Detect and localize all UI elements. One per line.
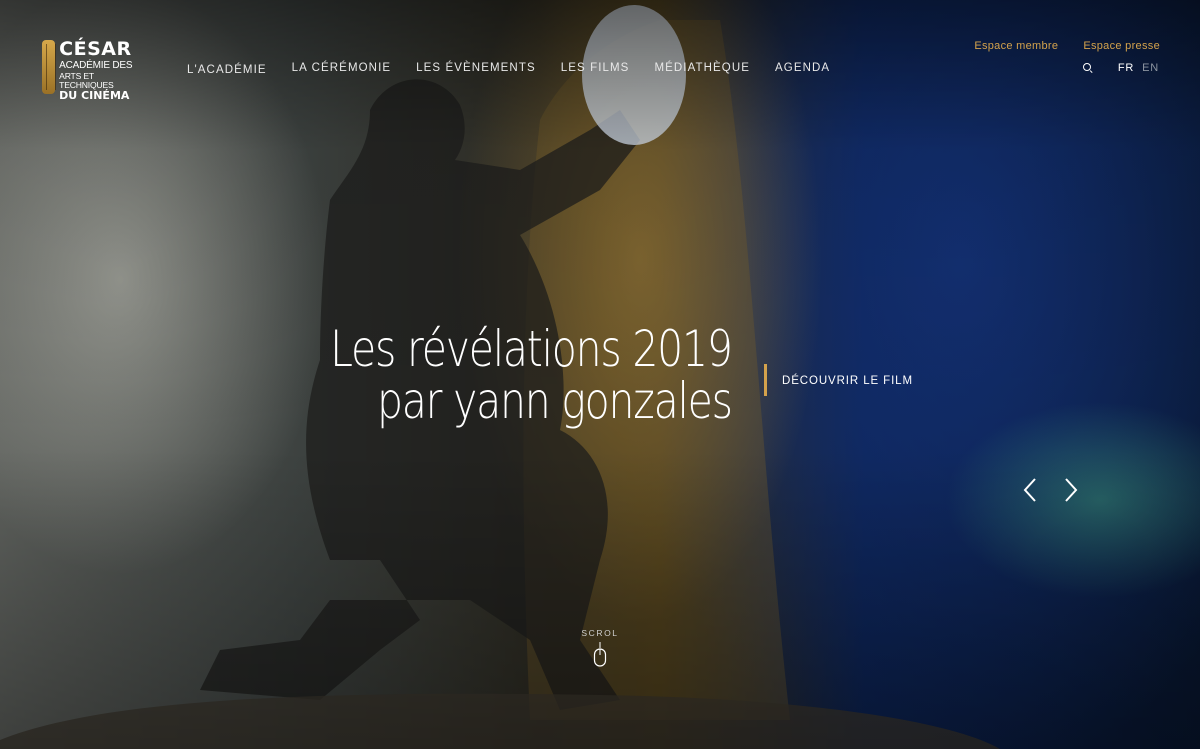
nav-item-mediatheque[interactable]: MÉDIATHÈQUE [654,62,750,74]
main-nav: L'ACADÉMIE LA CÉRÉMONIE LES ÉVÈNEMENTS L… [187,62,855,76]
scroll-label: SCROL [581,628,619,638]
nav-item-evenements[interactable]: LES ÉVÈNEMENTS [416,62,536,74]
member-area-link[interactable]: Espace membre [974,40,1058,52]
cesar-statue-icon [42,40,57,94]
hero-title: Les révélations 2019 par yann gonzales [330,320,733,430]
cesar-logo[interactable]: CÉSAR ACADÉMIE DES ARTS ET TECHNIQUES DU… [42,38,134,103]
chevron-right-icon [1065,478,1078,502]
scroll-indicator[interactable]: SCROL [578,628,622,668]
header-utilities: FR EN [1082,62,1159,74]
carousel-prev-button[interactable] [1019,476,1043,504]
logo-line-4: DU CINÉMA [59,89,130,103]
carousel-next-button[interactable] [1060,476,1084,504]
hero-title-line-2: par yann gonzales [377,372,733,430]
logo-line-1: CÉSAR [59,38,132,60]
hero-title-line-1: Les révélations 2019 [330,320,733,378]
nav-item-academie[interactable]: L'ACADÉMIE [187,64,267,76]
logo-text: CÉSAR ACADÉMIE DES ARTS ET TECHNIQUES DU… [59,38,134,103]
nav-item-ceremonie[interactable]: LA CÉRÉMONIE [292,62,391,74]
search-icon[interactable] [1082,63,1093,73]
nav-item-agenda[interactable]: AGENDA [775,62,830,74]
cta-accent-bar [764,364,767,396]
logo-line-3: ARTS ET TECHNIQUES [59,71,114,90]
account-links: Espace membre Espace presse [974,40,1160,52]
chevron-left-icon [1023,478,1036,502]
language-fr[interactable]: FR [1118,62,1134,74]
nav-item-films[interactable]: LES FILMS [561,62,630,74]
language-en[interactable]: EN [1142,62,1159,74]
logo-line-2: ACADÉMIE DES [59,60,133,71]
press-area-link[interactable]: Espace presse [1083,40,1160,52]
discover-film-link[interactable]: DÉCOUVRIR LE FILM [782,375,913,387]
mouse-icon [593,642,607,667]
